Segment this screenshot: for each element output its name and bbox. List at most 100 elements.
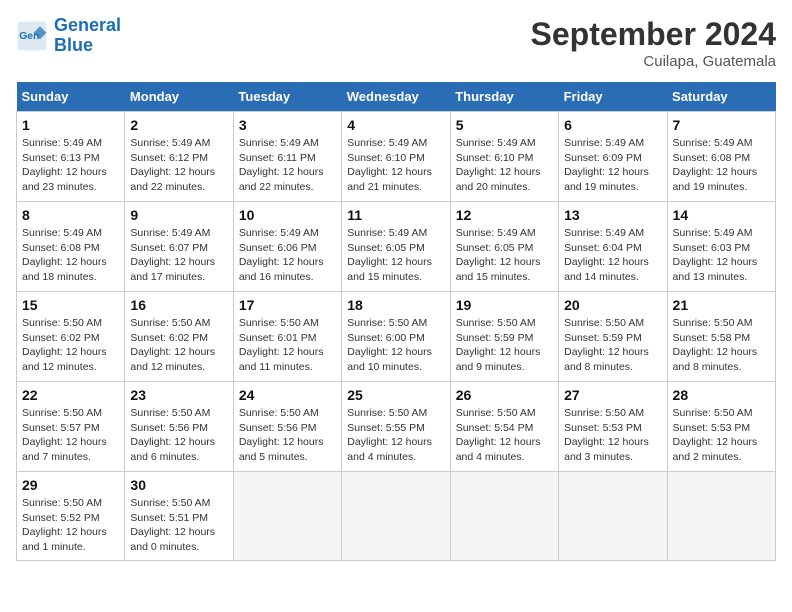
calendar-cell: 1 Sunrise: 5:49 AM Sunset: 6:13 PM Dayli… <box>17 112 125 202</box>
calendar-cell: 18 Sunrise: 5:50 AM Sunset: 6:00 PM Dayl… <box>342 292 450 382</box>
calendar-cell: 21 Sunrise: 5:50 AM Sunset: 5:58 PM Dayl… <box>667 292 775 382</box>
day-info: Sunrise: 5:50 AM Sunset: 5:54 PM Dayligh… <box>456 406 553 465</box>
day-number: 25 <box>347 387 444 403</box>
day-number: 24 <box>239 387 336 403</box>
day-info: Sunrise: 5:50 AM Sunset: 6:02 PM Dayligh… <box>130 316 227 375</box>
header-monday: Monday <box>125 82 233 112</box>
day-number: 12 <box>456 207 553 223</box>
calendar-week-row: 22 Sunrise: 5:50 AM Sunset: 5:57 PM Dayl… <box>17 382 776 472</box>
day-info: Sunrise: 5:50 AM Sunset: 5:53 PM Dayligh… <box>673 406 770 465</box>
calendar-cell: 25 Sunrise: 5:50 AM Sunset: 5:55 PM Dayl… <box>342 382 450 472</box>
calendar-cell: 7 Sunrise: 5:49 AM Sunset: 6:08 PM Dayli… <box>667 112 775 202</box>
day-number: 19 <box>456 297 553 313</box>
day-info: Sunrise: 5:50 AM Sunset: 5:52 PM Dayligh… <box>22 496 119 555</box>
day-number: 21 <box>673 297 770 313</box>
month-title: September 2024 <box>531 16 776 53</box>
day-info: Sunrise: 5:50 AM Sunset: 5:55 PM Dayligh… <box>347 406 444 465</box>
calendar-cell: 5 Sunrise: 5:49 AM Sunset: 6:10 PM Dayli… <box>450 112 558 202</box>
day-info: Sunrise: 5:49 AM Sunset: 6:12 PM Dayligh… <box>130 136 227 195</box>
day-info: Sunrise: 5:50 AM Sunset: 5:58 PM Dayligh… <box>673 316 770 375</box>
day-info: Sunrise: 5:49 AM Sunset: 6:10 PM Dayligh… <box>456 136 553 195</box>
location-subtitle: Cuilapa, Guatemala <box>531 53 776 70</box>
calendar-cell: 28 Sunrise: 5:50 AM Sunset: 5:53 PM Dayl… <box>667 382 775 472</box>
calendar-cell: 2 Sunrise: 5:49 AM Sunset: 6:12 PM Dayli… <box>125 112 233 202</box>
day-info: Sunrise: 5:50 AM Sunset: 5:53 PM Dayligh… <box>564 406 661 465</box>
day-number: 20 <box>564 297 661 313</box>
day-number: 23 <box>130 387 227 403</box>
day-number: 27 <box>564 387 661 403</box>
day-number: 16 <box>130 297 227 313</box>
day-info: Sunrise: 5:50 AM Sunset: 6:00 PM Dayligh… <box>347 316 444 375</box>
day-number: 5 <box>456 117 553 133</box>
calendar-cell <box>667 472 775 561</box>
calendar-cell: 11 Sunrise: 5:49 AM Sunset: 6:05 PM Dayl… <box>342 202 450 292</box>
day-number: 8 <box>22 207 119 223</box>
header-saturday: Saturday <box>667 82 775 112</box>
calendar-week-row: 8 Sunrise: 5:49 AM Sunset: 6:08 PM Dayli… <box>17 202 776 292</box>
calendar-cell: 8 Sunrise: 5:49 AM Sunset: 6:08 PM Dayli… <box>17 202 125 292</box>
calendar-week-row: 15 Sunrise: 5:50 AM Sunset: 6:02 PM Dayl… <box>17 292 776 382</box>
calendar-cell: 23 Sunrise: 5:50 AM Sunset: 5:56 PM Dayl… <box>125 382 233 472</box>
calendar-cell: 9 Sunrise: 5:49 AM Sunset: 6:07 PM Dayli… <box>125 202 233 292</box>
day-number: 2 <box>130 117 227 133</box>
day-info: Sunrise: 5:50 AM Sunset: 5:56 PM Dayligh… <box>239 406 336 465</box>
day-info: Sunrise: 5:49 AM Sunset: 6:07 PM Dayligh… <box>130 226 227 285</box>
calendar-cell: 29 Sunrise: 5:50 AM Sunset: 5:52 PM Dayl… <box>17 472 125 561</box>
day-info: Sunrise: 5:49 AM Sunset: 6:09 PM Dayligh… <box>564 136 661 195</box>
day-number: 3 <box>239 117 336 133</box>
day-number: 18 <box>347 297 444 313</box>
header-wednesday: Wednesday <box>342 82 450 112</box>
day-info: Sunrise: 5:49 AM Sunset: 6:03 PM Dayligh… <box>673 226 770 285</box>
calendar-cell: 17 Sunrise: 5:50 AM Sunset: 6:01 PM Dayl… <box>233 292 341 382</box>
day-number: 26 <box>456 387 553 403</box>
title-block: September 2024 Cuilapa, Guatemala <box>531 16 776 70</box>
header-friday: Friday <box>559 82 667 112</box>
day-info: Sunrise: 5:49 AM Sunset: 6:08 PM Dayligh… <box>673 136 770 195</box>
calendar-cell: 20 Sunrise: 5:50 AM Sunset: 5:59 PM Dayl… <box>559 292 667 382</box>
calendar-cell <box>559 472 667 561</box>
header-sunday: Sunday <box>17 82 125 112</box>
calendar-cell: 3 Sunrise: 5:49 AM Sunset: 6:11 PM Dayli… <box>233 112 341 202</box>
logo-text: General Blue <box>54 16 121 56</box>
calendar-cell: 19 Sunrise: 5:50 AM Sunset: 5:59 PM Dayl… <box>450 292 558 382</box>
calendar-cell: 6 Sunrise: 5:49 AM Sunset: 6:09 PM Dayli… <box>559 112 667 202</box>
calendar-week-row: 29 Sunrise: 5:50 AM Sunset: 5:52 PM Dayl… <box>17 472 776 561</box>
day-number: 4 <box>347 117 444 133</box>
calendar-cell <box>450 472 558 561</box>
calendar-header-row: Sunday Monday Tuesday Wednesday Thursday… <box>17 82 776 112</box>
day-info: Sunrise: 5:50 AM Sunset: 5:59 PM Dayligh… <box>564 316 661 375</box>
day-number: 29 <box>22 477 119 493</box>
day-number: 17 <box>239 297 336 313</box>
header-tuesday: Tuesday <box>233 82 341 112</box>
day-info: Sunrise: 5:49 AM Sunset: 6:04 PM Dayligh… <box>564 226 661 285</box>
day-info: Sunrise: 5:49 AM Sunset: 6:10 PM Dayligh… <box>347 136 444 195</box>
calendar-cell: 16 Sunrise: 5:50 AM Sunset: 6:02 PM Dayl… <box>125 292 233 382</box>
calendar-cell: 30 Sunrise: 5:50 AM Sunset: 5:51 PM Dayl… <box>125 472 233 561</box>
day-info: Sunrise: 5:49 AM Sunset: 6:11 PM Dayligh… <box>239 136 336 195</box>
day-info: Sunrise: 5:50 AM Sunset: 5:57 PM Dayligh… <box>22 406 119 465</box>
day-number: 22 <box>22 387 119 403</box>
calendar-cell <box>342 472 450 561</box>
day-info: Sunrise: 5:49 AM Sunset: 6:05 PM Dayligh… <box>347 226 444 285</box>
calendar-cell: 15 Sunrise: 5:50 AM Sunset: 6:02 PM Dayl… <box>17 292 125 382</box>
calendar-cell: 24 Sunrise: 5:50 AM Sunset: 5:56 PM Dayl… <box>233 382 341 472</box>
day-number: 6 <box>564 117 661 133</box>
calendar-cell: 22 Sunrise: 5:50 AM Sunset: 5:57 PM Dayl… <box>17 382 125 472</box>
calendar-cell: 12 Sunrise: 5:49 AM Sunset: 6:05 PM Dayl… <box>450 202 558 292</box>
logo: Gen General Blue <box>16 16 121 56</box>
day-info: Sunrise: 5:49 AM Sunset: 6:06 PM Dayligh… <box>239 226 336 285</box>
calendar-cell: 26 Sunrise: 5:50 AM Sunset: 5:54 PM Dayl… <box>450 382 558 472</box>
day-number: 7 <box>673 117 770 133</box>
day-info: Sunrise: 5:50 AM Sunset: 5:59 PM Dayligh… <box>456 316 553 375</box>
day-number: 11 <box>347 207 444 223</box>
day-info: Sunrise: 5:50 AM Sunset: 5:56 PM Dayligh… <box>130 406 227 465</box>
calendar-cell: 13 Sunrise: 5:49 AM Sunset: 6:04 PM Dayl… <box>559 202 667 292</box>
day-number: 9 <box>130 207 227 223</box>
calendar-cell: 14 Sunrise: 5:49 AM Sunset: 6:03 PM Dayl… <box>667 202 775 292</box>
day-number: 10 <box>239 207 336 223</box>
calendar-cell: 4 Sunrise: 5:49 AM Sunset: 6:10 PM Dayli… <box>342 112 450 202</box>
day-info: Sunrise: 5:49 AM Sunset: 6:08 PM Dayligh… <box>22 226 119 285</box>
calendar-cell <box>233 472 341 561</box>
day-number: 30 <box>130 477 227 493</box>
day-info: Sunrise: 5:50 AM Sunset: 6:02 PM Dayligh… <box>22 316 119 375</box>
